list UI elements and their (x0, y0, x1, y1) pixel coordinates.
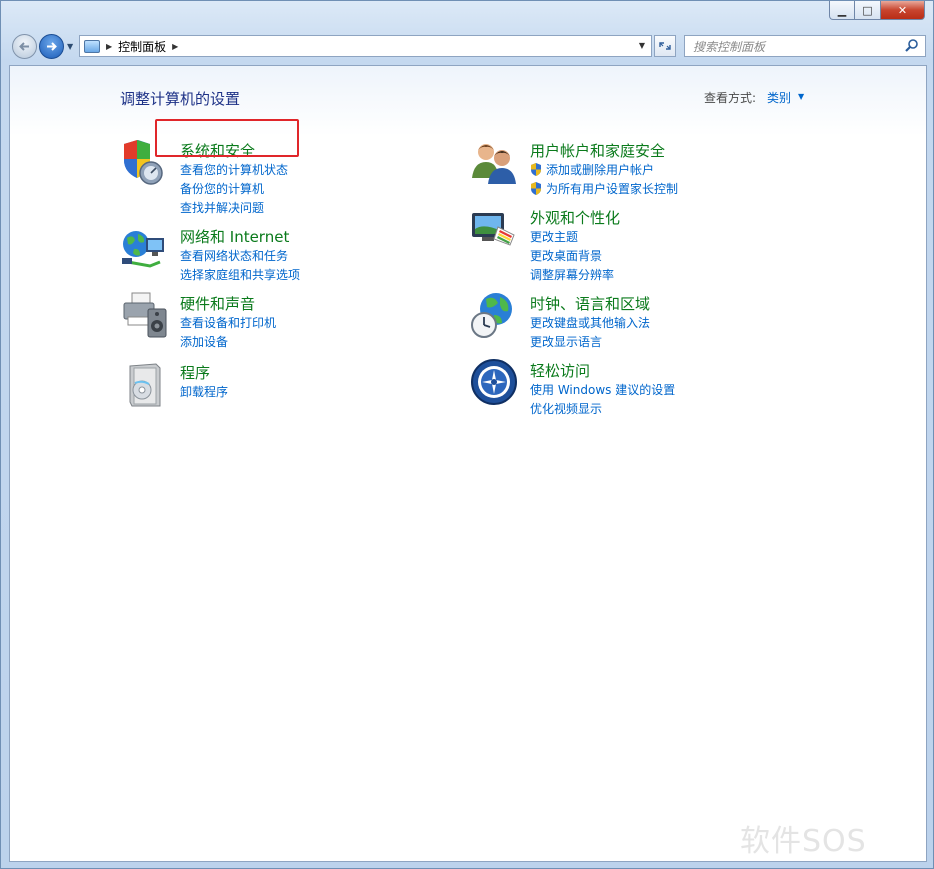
category-link[interactable]: 查看您的计算机状态 (180, 161, 288, 178)
annotation-highlight-box (155, 119, 299, 157)
recent-pages-dropdown[interactable]: ▼ (67, 42, 73, 51)
category-link-admin[interactable]: 为所有用户设置家长控制 (530, 180, 678, 197)
monitor-palette-icon[interactable] (470, 205, 518, 253)
network-globe-icon[interactable] (120, 224, 168, 272)
printer-speaker-icon[interactable] (120, 291, 168, 339)
caption-buttons: ▁ □ ✕ (829, 1, 925, 20)
uac-shield-icon (531, 182, 541, 195)
navigation-bar: ▼ ▶ 控制面板 ▶ ▼ 搜索控制面板 (9, 33, 927, 61)
refresh-button[interactable] (654, 35, 676, 57)
arrow-left-icon (19, 42, 29, 51)
minimize-button[interactable]: ▁ (829, 1, 855, 20)
forward-button[interactable] (39, 34, 64, 59)
category-title[interactable]: 轻松访问 (530, 360, 590, 381)
content-pane: 调整计算机的设置 查看方式: 类别 ▼ 系统和安全 查看您的计算机状态 备份您的… (9, 65, 927, 862)
category-title[interactable]: 网络和 Internet (180, 226, 289, 247)
view-by-dropdown[interactable]: 类别 (767, 89, 791, 106)
ease-of-access-icon[interactable] (470, 358, 518, 406)
chevron-down-icon[interactable]: ▼ (798, 92, 804, 101)
category-link[interactable]: 更改主题 (530, 228, 578, 245)
close-button[interactable]: ✕ (881, 1, 925, 20)
category-title[interactable]: 用户帐户和家庭安全 (530, 140, 665, 161)
users-icon[interactable] (470, 138, 518, 186)
category-link[interactable]: 选择家庭组和共享选项 (180, 266, 300, 283)
globe-clock-icon[interactable] (470, 291, 518, 339)
category-title[interactable]: 程序 (180, 362, 210, 383)
category-link[interactable]: 更改桌面背景 (530, 247, 602, 264)
link-text[interactable]: 添加或删除用户帐户 (546, 161, 654, 178)
category-link[interactable]: 查看网络状态和任务 (180, 247, 288, 264)
category-link[interactable]: 查看设备和打印机 (180, 314, 276, 331)
address-bar[interactable]: ▶ 控制面板 ▶ ▼ (79, 35, 652, 57)
category-link[interactable]: 查找并解决问题 (180, 199, 264, 216)
category-title[interactable]: 时钟、语言和区域 (530, 293, 650, 314)
category-title[interactable]: 外观和个性化 (530, 207, 620, 228)
control-panel-icon (84, 39, 100, 53)
breadcrumb-control-panel[interactable]: 控制面板 (118, 38, 166, 55)
category-link[interactable]: 卸载程序 (180, 383, 228, 400)
title-bar[interactable]: ▁ □ ✕ (1, 1, 933, 29)
category-link[interactable]: 调整屏幕分辨率 (530, 266, 614, 283)
category-title[interactable]: 硬件和声音 (180, 293, 255, 314)
breadcrumb-arrow-icon[interactable]: ▶ (172, 42, 178, 51)
back-button[interactable] (12, 34, 37, 59)
watermark: 软件SOS (740, 824, 867, 859)
category-link[interactable]: 备份您的计算机 (180, 180, 264, 197)
search-input[interactable]: 搜索控制面板 (684, 35, 926, 57)
category-link[interactable]: 更改键盘或其他输入法 (530, 314, 650, 331)
uac-shield-icon (531, 163, 541, 176)
address-dropdown-icon[interactable]: ▼ (639, 41, 645, 50)
search-icon[interactable] (904, 38, 920, 54)
arrow-right-icon (47, 42, 57, 51)
category-link[interactable]: 使用 Windows 建议的设置 (530, 381, 675, 398)
link-text[interactable]: 为所有用户设置家长控制 (546, 180, 678, 197)
control-panel-window: ▁ □ ✕ ▼ ▶ 控制面板 ▶ ▼ 搜索控制面板 调整计算机的设置 查看方式:… (0, 0, 934, 869)
category-link[interactable]: 更改显示语言 (530, 333, 602, 350)
page-title: 调整计算机的设置 (120, 90, 241, 108)
programs-box-icon[interactable] (120, 360, 168, 408)
view-by-label: 查看方式: (704, 91, 757, 105)
category-link[interactable]: 添加设备 (180, 333, 228, 350)
category-link[interactable]: 优化视频显示 (530, 400, 602, 417)
refresh-icon (659, 42, 671, 50)
category-link-admin[interactable]: 添加或删除用户帐户 (530, 161, 654, 178)
breadcrumb-arrow-icon[interactable]: ▶ (106, 42, 112, 51)
maximize-button[interactable]: □ (855, 1, 881, 20)
search-placeholder: 搜索控制面板 (693, 39, 766, 54)
